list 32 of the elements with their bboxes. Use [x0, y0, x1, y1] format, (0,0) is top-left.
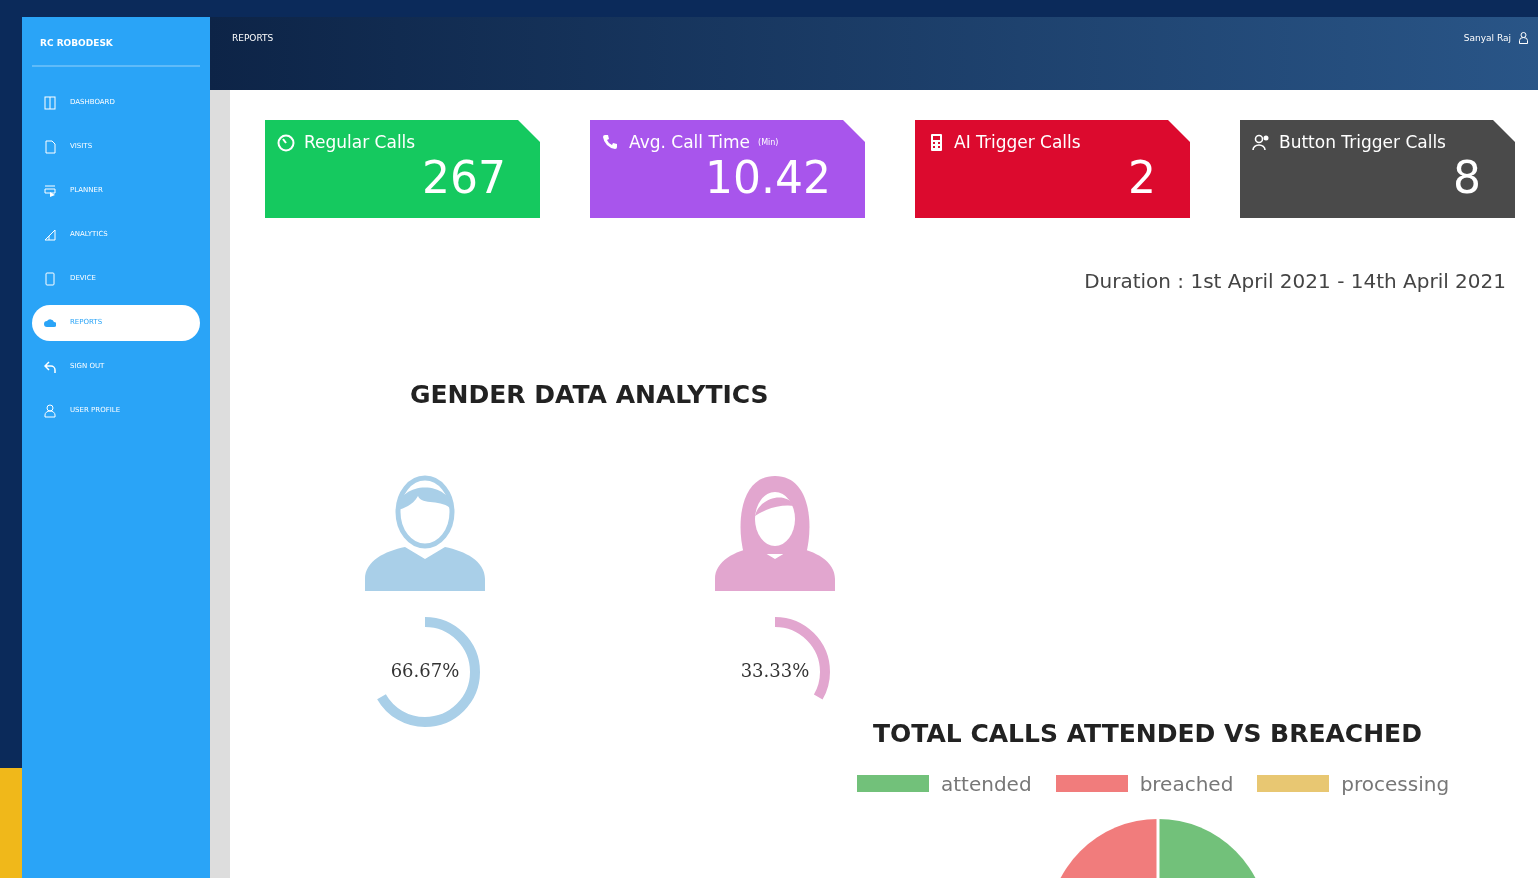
stat-label: Regular Calls [304, 131, 416, 154]
section-title: TOTAL CALLS ATTENDED VS BREACHED [873, 718, 1423, 750]
chart-icon [44, 227, 56, 242]
section-title: GENDER DATA ANALYTICS [410, 379, 770, 411]
back-arrow-icon [44, 359, 56, 374]
document-icon [44, 139, 56, 154]
stat-label: Button Trigger Calls [1279, 131, 1446, 154]
tray-icon [44, 183, 56, 198]
legend-label: breached [1139, 770, 1234, 798]
tablet-icon [44, 271, 56, 286]
stat-label: Avg. Call Time [629, 131, 751, 154]
unit-label: (Min) [758, 136, 779, 149]
columns-icon [44, 95, 56, 110]
percent-reading: 66.67% [389, 658, 461, 683]
stat-value: 8 [1452, 155, 1482, 200]
user-name: Sanyal Raj [1463, 32, 1511, 45]
stat-value: 10.42 [704, 155, 832, 200]
woman-silhouette-icon [714, 473, 836, 592]
brand-name: RC ROBODESK [32, 33, 200, 67]
page-title: REPORTS [232, 32, 274, 45]
legend-label: attended [941, 770, 1032, 798]
stat-value: 267 [421, 155, 507, 200]
duration-text: Duration : 1st April 2021 - 14th April 2021 [1083, 268, 1507, 295]
user-icon[interactable] [1519, 32, 1528, 44]
people-icon [1252, 132, 1271, 153]
stat-value: 2 [1127, 155, 1157, 200]
timer-icon [277, 132, 296, 153]
stat-label: AI Trigger Calls [954, 131, 1081, 154]
legend-label: processing [1341, 770, 1450, 798]
percent-reading: 33.33% [739, 658, 811, 683]
user-icon [44, 403, 56, 418]
man-silhouette-icon [364, 473, 486, 592]
